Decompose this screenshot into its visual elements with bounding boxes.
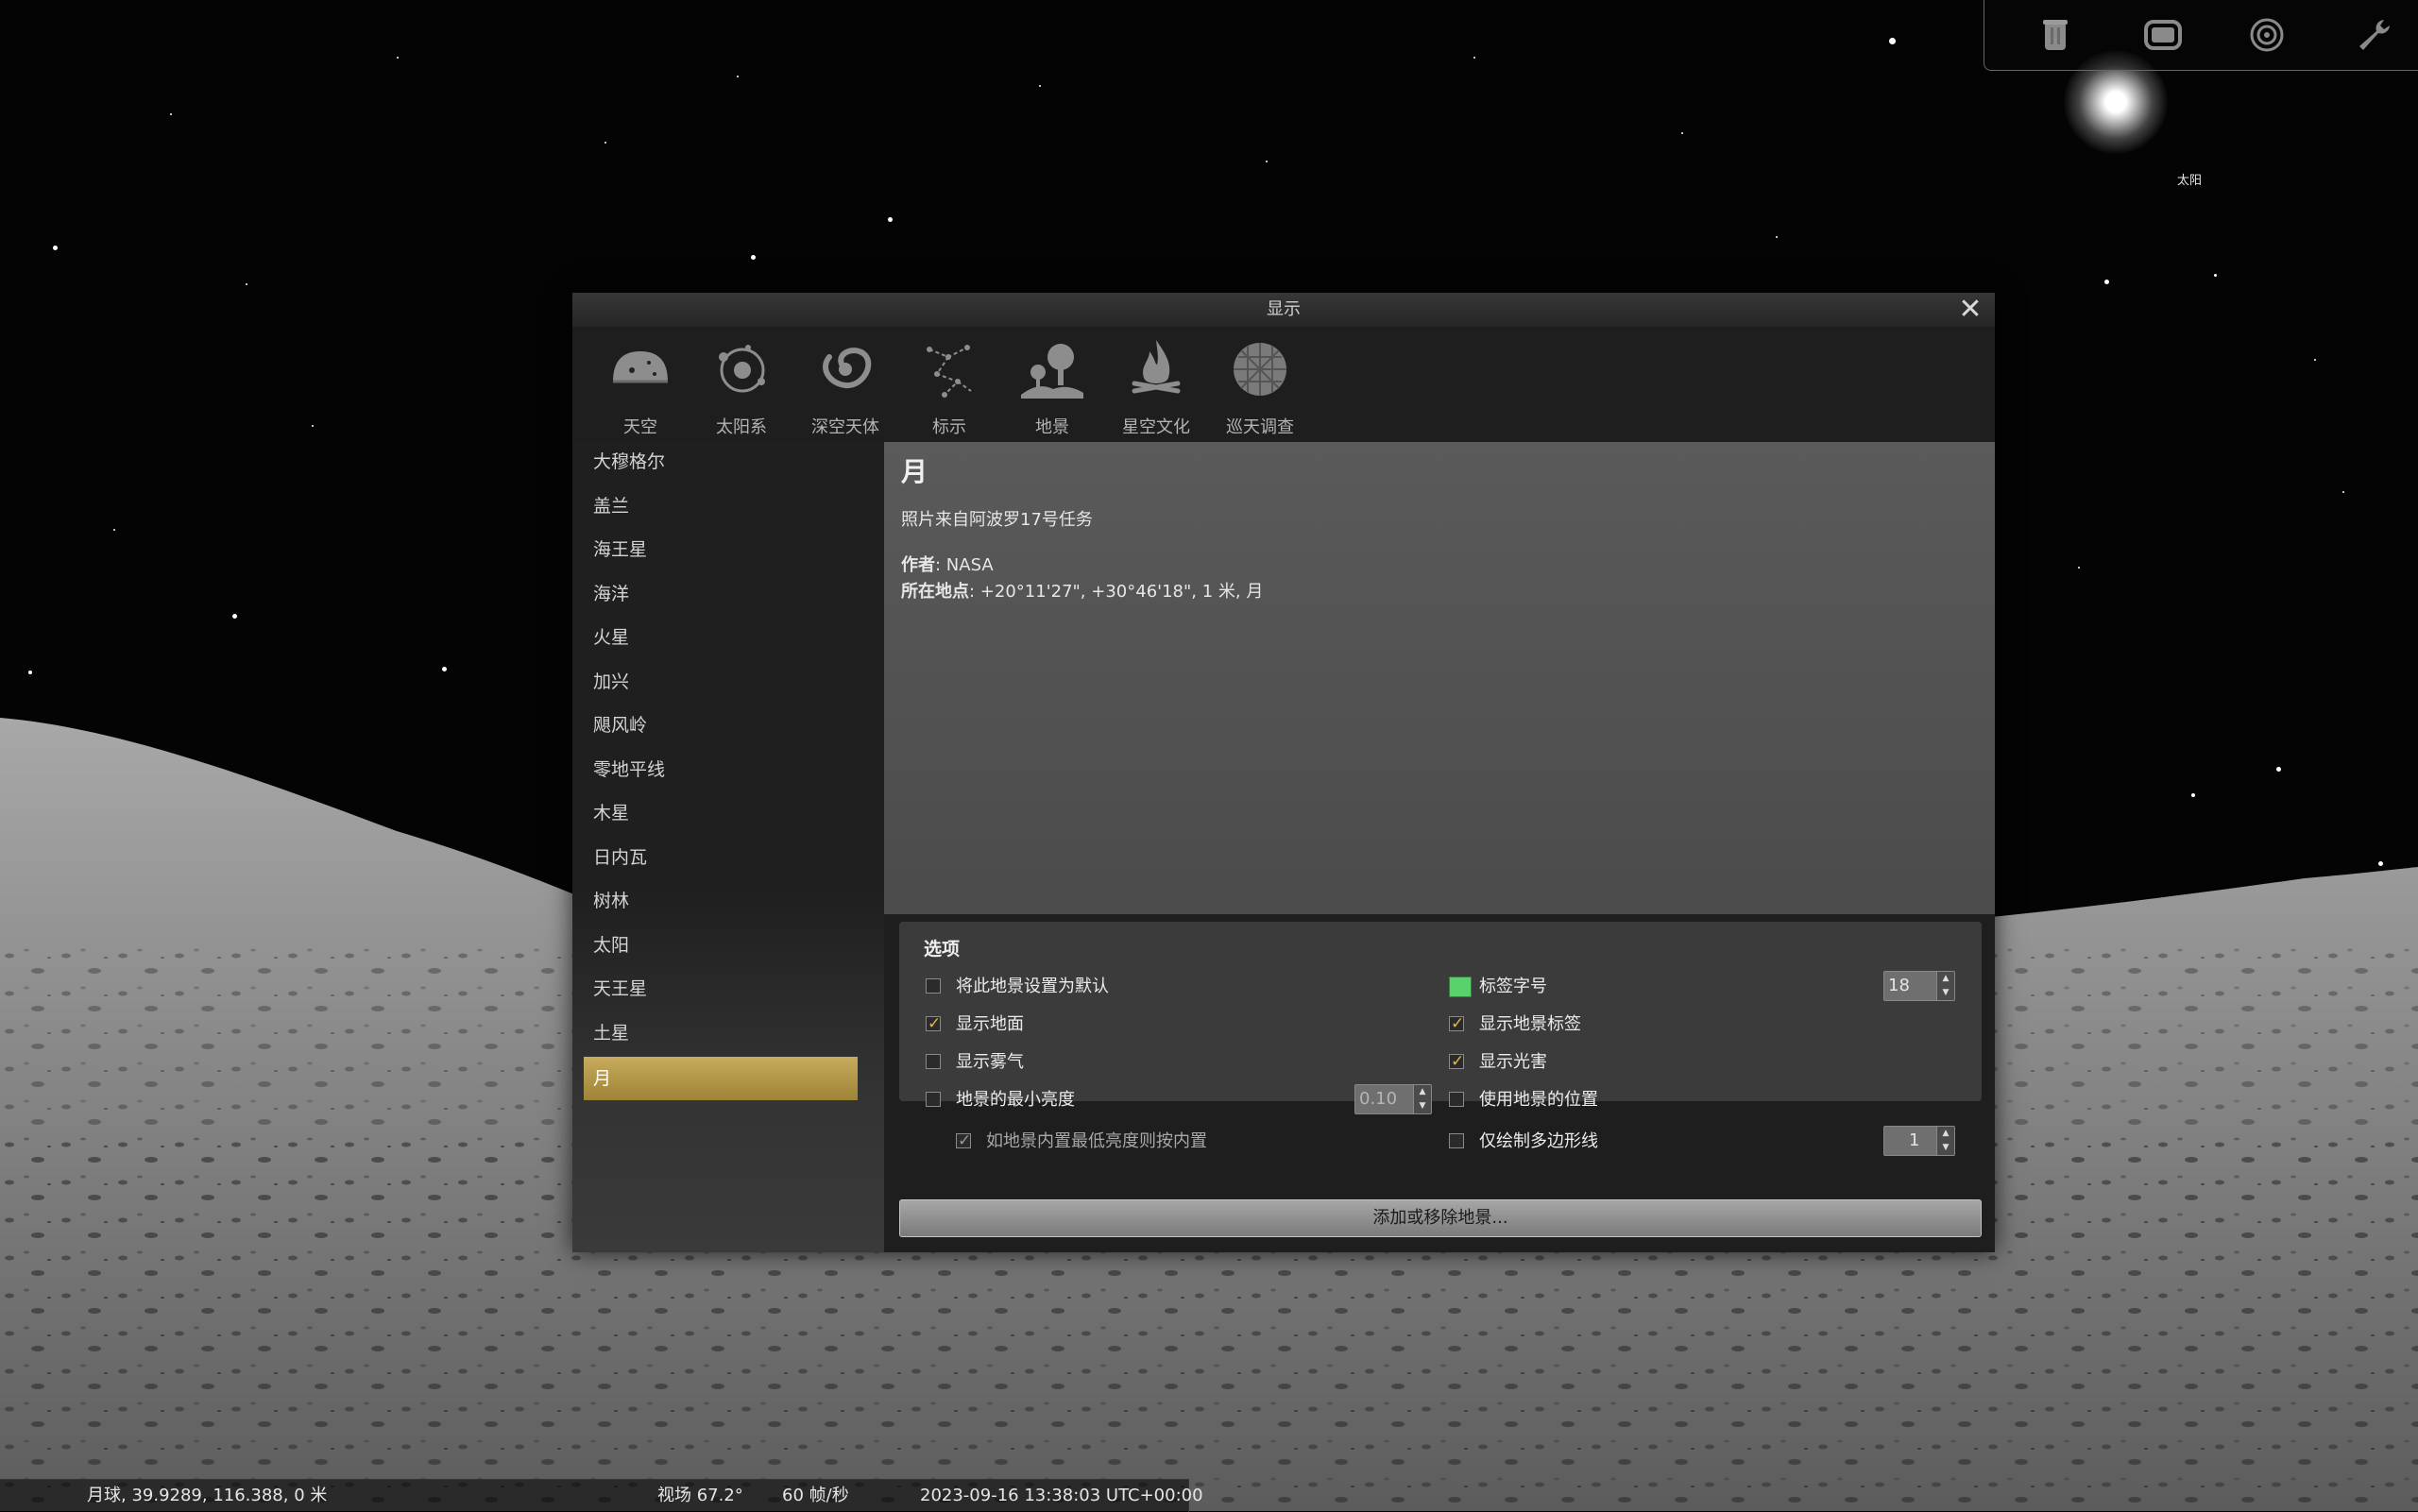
dialog-title[interactable]: 显示 — [572, 293, 1995, 327]
galaxy-icon — [823, 348, 872, 389]
landscape-description: 照片来自阿波罗17号任务 — [901, 510, 1093, 530]
landscape-info: 月 照片来自阿波罗17号任务 作者: NASA 所在地点: +20°11'27"… — [884, 442, 1995, 914]
option-label: 显示地景标签 — [1479, 1014, 1581, 1034]
location-key: 所在地点 — [901, 582, 969, 602]
option-label: 显示光害 — [1479, 1052, 1547, 1072]
checkbox[interactable] — [956, 1129, 971, 1153]
option-label: 显示雾气 — [956, 1052, 1024, 1072]
sky-icon — [613, 351, 668, 383]
close-icon[interactable]: ✕ — [1957, 296, 1984, 324]
screen-icon[interactable] — [2141, 13, 2185, 57]
spin-value: 18 — [1888, 976, 1910, 995]
spin-value: 0.10 — [1359, 1089, 1398, 1109]
location-value: : +20°11'27", +30°46'18", 1 米, 月 — [969, 582, 1264, 602]
location-readout[interactable]: 月球, 39.9289, 116.388, 0 米 — [87, 1480, 327, 1512]
checkbox[interactable] — [926, 1092, 941, 1107]
list-item[interactable]: 零地平线 — [584, 750, 858, 790]
list-item[interactable]: 天王星 — [584, 969, 858, 1009]
option-label: 地景的最小亮度 — [956, 1090, 1075, 1110]
author-value: : NASA — [935, 555, 994, 575]
landscape-location: 所在地点: +20°11'27", +30°46'18", 1 米, 月 — [901, 578, 1263, 603]
tab-label: 地景 — [1035, 417, 1069, 437]
checkbox[interactable] — [1449, 1049, 1464, 1074]
list-item[interactable]: 大穆格尔 — [584, 442, 858, 482]
landscape-author: 作者: NASA — [901, 552, 994, 576]
spin-up-icon[interactable]: ▲ — [1414, 1085, 1431, 1099]
spin-arrows[interactable]: ▲ ▼ — [1413, 1085, 1431, 1113]
option-label: 使用地景的位置 — [1479, 1090, 1598, 1110]
list-item[interactable]: 盖兰 — [584, 486, 858, 526]
datetime-readout[interactable]: 2023-09-16 13:38:03 UTC+00:00 — [920, 1480, 1203, 1512]
list-item-selected[interactable]: 月 — [584, 1057, 858, 1100]
spin-down-icon[interactable]: ▼ — [1414, 1099, 1431, 1113]
tab-markings[interactable]: 标示 — [897, 336, 1001, 442]
checkbox[interactable] — [1449, 1133, 1464, 1148]
campfire-icon — [1132, 340, 1181, 394]
checkbox[interactable] — [926, 1054, 941, 1069]
tab-label: 太阳系 — [716, 417, 767, 437]
tab-solar-system[interactable]: 太阳系 — [690, 336, 793, 442]
list-item[interactable]: 日内瓦 — [584, 838, 858, 877]
option-label: 显示地面 — [956, 1014, 1024, 1034]
spin-down-icon[interactable]: ▼ — [1937, 986, 1954, 1000]
spin-arrows[interactable]: ▲ ▼ — [1936, 972, 1954, 1000]
author-key: 作者 — [901, 555, 935, 575]
tab-label: 标示 — [932, 417, 966, 437]
checkbox[interactable] — [926, 1011, 941, 1036]
list-item[interactable]: 加兴 — [584, 662, 858, 702]
fps-readout: 60 帧/秒 — [782, 1486, 849, 1505]
sun-label: 太阳 — [2177, 174, 2203, 188]
status-bar: 月球, 39.9289, 116.388, 0 米 视场 67.2° 60 帧/… — [0, 1479, 1203, 1512]
checkbox[interactable] — [1449, 1011, 1464, 1036]
options-group: 选项 将此地景设置为默认 显示地面 显示雾气 地景的最小亮度 0.10 ▲▼ 如… — [899, 922, 1982, 1156]
options-title: 选项 — [924, 939, 961, 960]
tab-label: 星空文化 — [1122, 417, 1190, 437]
spin-up-icon[interactable]: ▲ — [1937, 972, 1954, 986]
spin-down-icon[interactable]: ▼ — [1937, 1141, 1954, 1155]
list-item[interactable]: 海王星 — [584, 530, 858, 569]
spin-value: 1 — [1909, 1130, 1920, 1150]
constellation-icon — [927, 345, 972, 398]
wrench-icon[interactable] — [2353, 13, 2396, 57]
option-label: 将此地景设置为默认 — [956, 977, 1109, 996]
target-icon[interactable] — [2245, 13, 2289, 57]
list-item[interactable]: 土星 — [584, 1013, 858, 1053]
tab-label: 天空 — [623, 417, 657, 437]
survey-sphere-icon — [1234, 343, 1286, 396]
label-color-swatch[interactable] — [1449, 977, 1472, 997]
spin-arrows[interactable]: ▲ ▼ — [1936, 1127, 1954, 1155]
option-label: 标签字号 — [1479, 977, 1547, 996]
add-remove-landscape-button[interactable]: 添加或移除地景... — [899, 1199, 1982, 1237]
tab-label: 深空天体 — [811, 417, 879, 437]
quick-toolbar — [1984, 0, 2418, 71]
tab-label: 巡天调查 — [1226, 417, 1294, 437]
tab-survey[interactable]: 巡天调查 — [1208, 336, 1312, 442]
tab-landscape[interactable]: 地景 — [1000, 336, 1104, 442]
solar-system-icon — [719, 345, 765, 393]
checkbox[interactable] — [926, 978, 941, 994]
tab-sky-culture[interactable]: 星空文化 — [1104, 336, 1208, 442]
fov-readout: 视场 67.2° — [657, 1486, 743, 1505]
option-label: 如地景内置最低亮度则按内置 — [986, 1131, 1207, 1151]
list-item[interactable]: 火星 — [584, 618, 858, 657]
landscape-icon — [1021, 344, 1083, 399]
spin-up-icon[interactable]: ▲ — [1937, 1127, 1954, 1141]
view-dialog: 显示 ✕ 天空 太阳系 深空天体 标示 地景 星空文化 巡天调查 大穆格尔 盖兰… — [572, 293, 1995, 1252]
list-item[interactable]: 太阳 — [584, 926, 858, 965]
landscape-list[interactable]: 大穆格尔 盖兰 海王星 海洋 火星 加兴 飓风岭 零地平线 木星 日内瓦 树林 … — [572, 442, 884, 1252]
label-font-size-spinbox[interactable]: 18 ▲ ▼ — [1883, 971, 1955, 1001]
option-label: 仅绘制多边形线 — [1479, 1131, 1598, 1151]
list-item[interactable]: 飓风岭 — [584, 705, 858, 745]
checkbox[interactable] — [1449, 1092, 1464, 1107]
trash-can-icon[interactable] — [2034, 13, 2077, 57]
polygon-thickness-spinbox[interactable]: 1 ▲ ▼ — [1883, 1126, 1955, 1156]
landscape-title: 月 — [901, 456, 928, 487]
min-brightness-spinbox[interactable]: 0.10 ▲ ▼ — [1354, 1084, 1432, 1114]
list-item[interactable]: 树林 — [584, 881, 858, 921]
tab-deep-sky[interactable]: 深空天体 — [793, 336, 897, 442]
tab-bar: 天空 太阳系 深空天体 标示 地景 星空文化 巡天调查 — [572, 327, 1995, 442]
list-item[interactable]: 海洋 — [584, 574, 858, 614]
tab-sky[interactable]: 天空 — [588, 336, 692, 442]
list-item[interactable]: 木星 — [584, 793, 858, 833]
